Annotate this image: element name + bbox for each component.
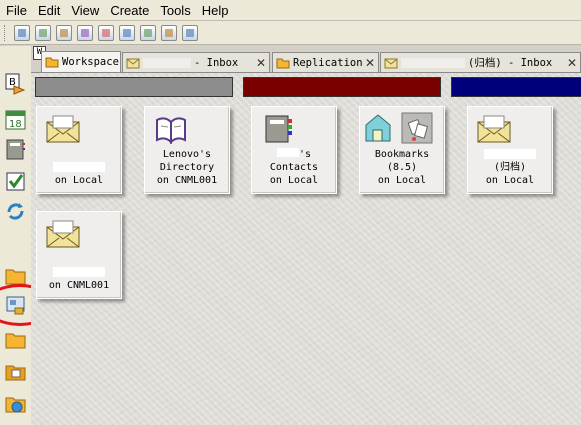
folder-icon[interactable] bbox=[4, 264, 27, 287]
help-icon[interactable] bbox=[182, 24, 198, 41]
tab-label: Replication bbox=[293, 56, 363, 69]
toolbar-grip[interactable] bbox=[4, 25, 8, 41]
address-book-icon bbox=[265, 115, 292, 143]
calendar-icon[interactable]: 18 bbox=[4, 108, 27, 131]
workspace-page-tab-blue[interactable] bbox=[451, 77, 581, 97]
redacted-text bbox=[276, 148, 299, 157]
tile-line: on CNML001 bbox=[48, 280, 110, 291]
tile-line: on Local bbox=[485, 175, 535, 186]
folder-icon bbox=[45, 57, 59, 68]
workspace-page-tab-gray[interactable] bbox=[35, 77, 233, 97]
menu-edit[interactable]: Edit bbox=[32, 3, 65, 18]
copy-icon[interactable] bbox=[119, 24, 135, 41]
mail-icon bbox=[126, 58, 140, 68]
tab-label: (归档) - Inbox bbox=[468, 57, 553, 69]
close-icon[interactable]: ✕ bbox=[365, 56, 375, 70]
new-icon[interactable] bbox=[14, 24, 30, 41]
toolbar bbox=[0, 21, 581, 45]
database-tile-mail-server[interactable]: on CNML001 bbox=[36, 211, 122, 299]
tab-workspace[interactable]: Workspace bbox=[41, 51, 121, 72]
tab-archive-inbox[interactable]: (归档) - Inbox ✕ bbox=[380, 52, 581, 72]
menu-create[interactable]: Create bbox=[104, 3, 154, 18]
replication-icon[interactable] bbox=[4, 200, 27, 223]
mail-icon bbox=[46, 115, 80, 143]
favorites-icon[interactable] bbox=[4, 392, 27, 415]
tile-line: Directory bbox=[159, 162, 215, 173]
tab-inbox[interactable]: - Inbox ✕ bbox=[122, 52, 270, 72]
tile-line: (归档) bbox=[493, 162, 527, 173]
tile-line: (8.5) bbox=[386, 162, 418, 173]
address-book-icon[interactable] bbox=[4, 138, 27, 161]
redacted-text bbox=[53, 267, 105, 277]
menu-bar: File Edit View Create Tools Help bbox=[0, 0, 581, 21]
tile-line: on CNML001 bbox=[156, 175, 218, 186]
folder-icon[interactable] bbox=[4, 360, 27, 383]
mail-icon bbox=[477, 115, 511, 143]
redacted-text bbox=[143, 57, 191, 68]
tile-line: on Local bbox=[54, 175, 104, 186]
redacted-text bbox=[484, 149, 536, 159]
close-icon[interactable]: ✕ bbox=[567, 56, 577, 70]
menu-view[interactable]: View bbox=[65, 3, 104, 18]
book-icon bbox=[156, 117, 186, 144]
tile-line: Contacts bbox=[269, 162, 319, 173]
svg-text:18: 18 bbox=[9, 119, 22, 130]
database-tile-directory[interactable]: Lenovo's Directory on CNML001 bbox=[144, 106, 230, 194]
tile-line: on Local bbox=[377, 175, 427, 186]
bookmark-bar: B 18 bbox=[0, 46, 32, 425]
workspace: on Local Lenovo's Directory on CNML001 '… bbox=[31, 73, 581, 425]
menu-tools[interactable]: Tools bbox=[154, 3, 195, 18]
database-tile-mail-local[interactable]: on Local bbox=[36, 106, 122, 194]
tab-label: - Inbox bbox=[194, 56, 239, 69]
reply-icon[interactable] bbox=[98, 24, 114, 41]
paste-icon[interactable] bbox=[140, 24, 156, 41]
tile-line: on Local bbox=[269, 175, 319, 186]
forward-icon[interactable] bbox=[77, 24, 93, 41]
print-icon[interactable] bbox=[56, 24, 72, 41]
database-tile-contacts[interactable]: 's Contacts on Local bbox=[251, 106, 337, 194]
database-tile-archive[interactable]: (归档) on Local bbox=[467, 106, 553, 194]
attach-icon[interactable] bbox=[161, 24, 177, 41]
bookmarks-icon bbox=[365, 112, 433, 144]
tile-line: Bookmarks bbox=[374, 149, 430, 160]
todo-icon[interactable] bbox=[4, 170, 27, 193]
close-icon[interactable]: ✕ bbox=[256, 56, 266, 70]
mail-icon bbox=[384, 58, 398, 68]
tab-replication[interactable]: Replication ✕ bbox=[272, 52, 379, 72]
workspace-page-tab-red[interactable] bbox=[243, 77, 441, 97]
folder-icon bbox=[276, 58, 290, 68]
tab-bar: W Workspace - Inbox ✕ Replication ✕ (归档)… bbox=[31, 46, 581, 73]
bookmark-icon[interactable]: B bbox=[4, 72, 27, 95]
menu-help[interactable]: Help bbox=[196, 3, 234, 18]
database-icon[interactable] bbox=[4, 294, 27, 317]
tile-line: 's bbox=[252, 148, 336, 161]
folder-icon[interactable] bbox=[4, 328, 27, 351]
redacted-text bbox=[401, 57, 465, 68]
redacted-text bbox=[53, 162, 105, 172]
tab-label: Workspace bbox=[62, 56, 119, 68]
open-icon[interactable] bbox=[35, 24, 51, 41]
tile-line: Lenovo's bbox=[162, 149, 212, 160]
menu-file[interactable]: File bbox=[0, 3, 32, 18]
mail-icon bbox=[46, 220, 80, 248]
database-tile-bookmarks[interactable]: Bookmarks (8.5) on Local bbox=[359, 106, 445, 194]
